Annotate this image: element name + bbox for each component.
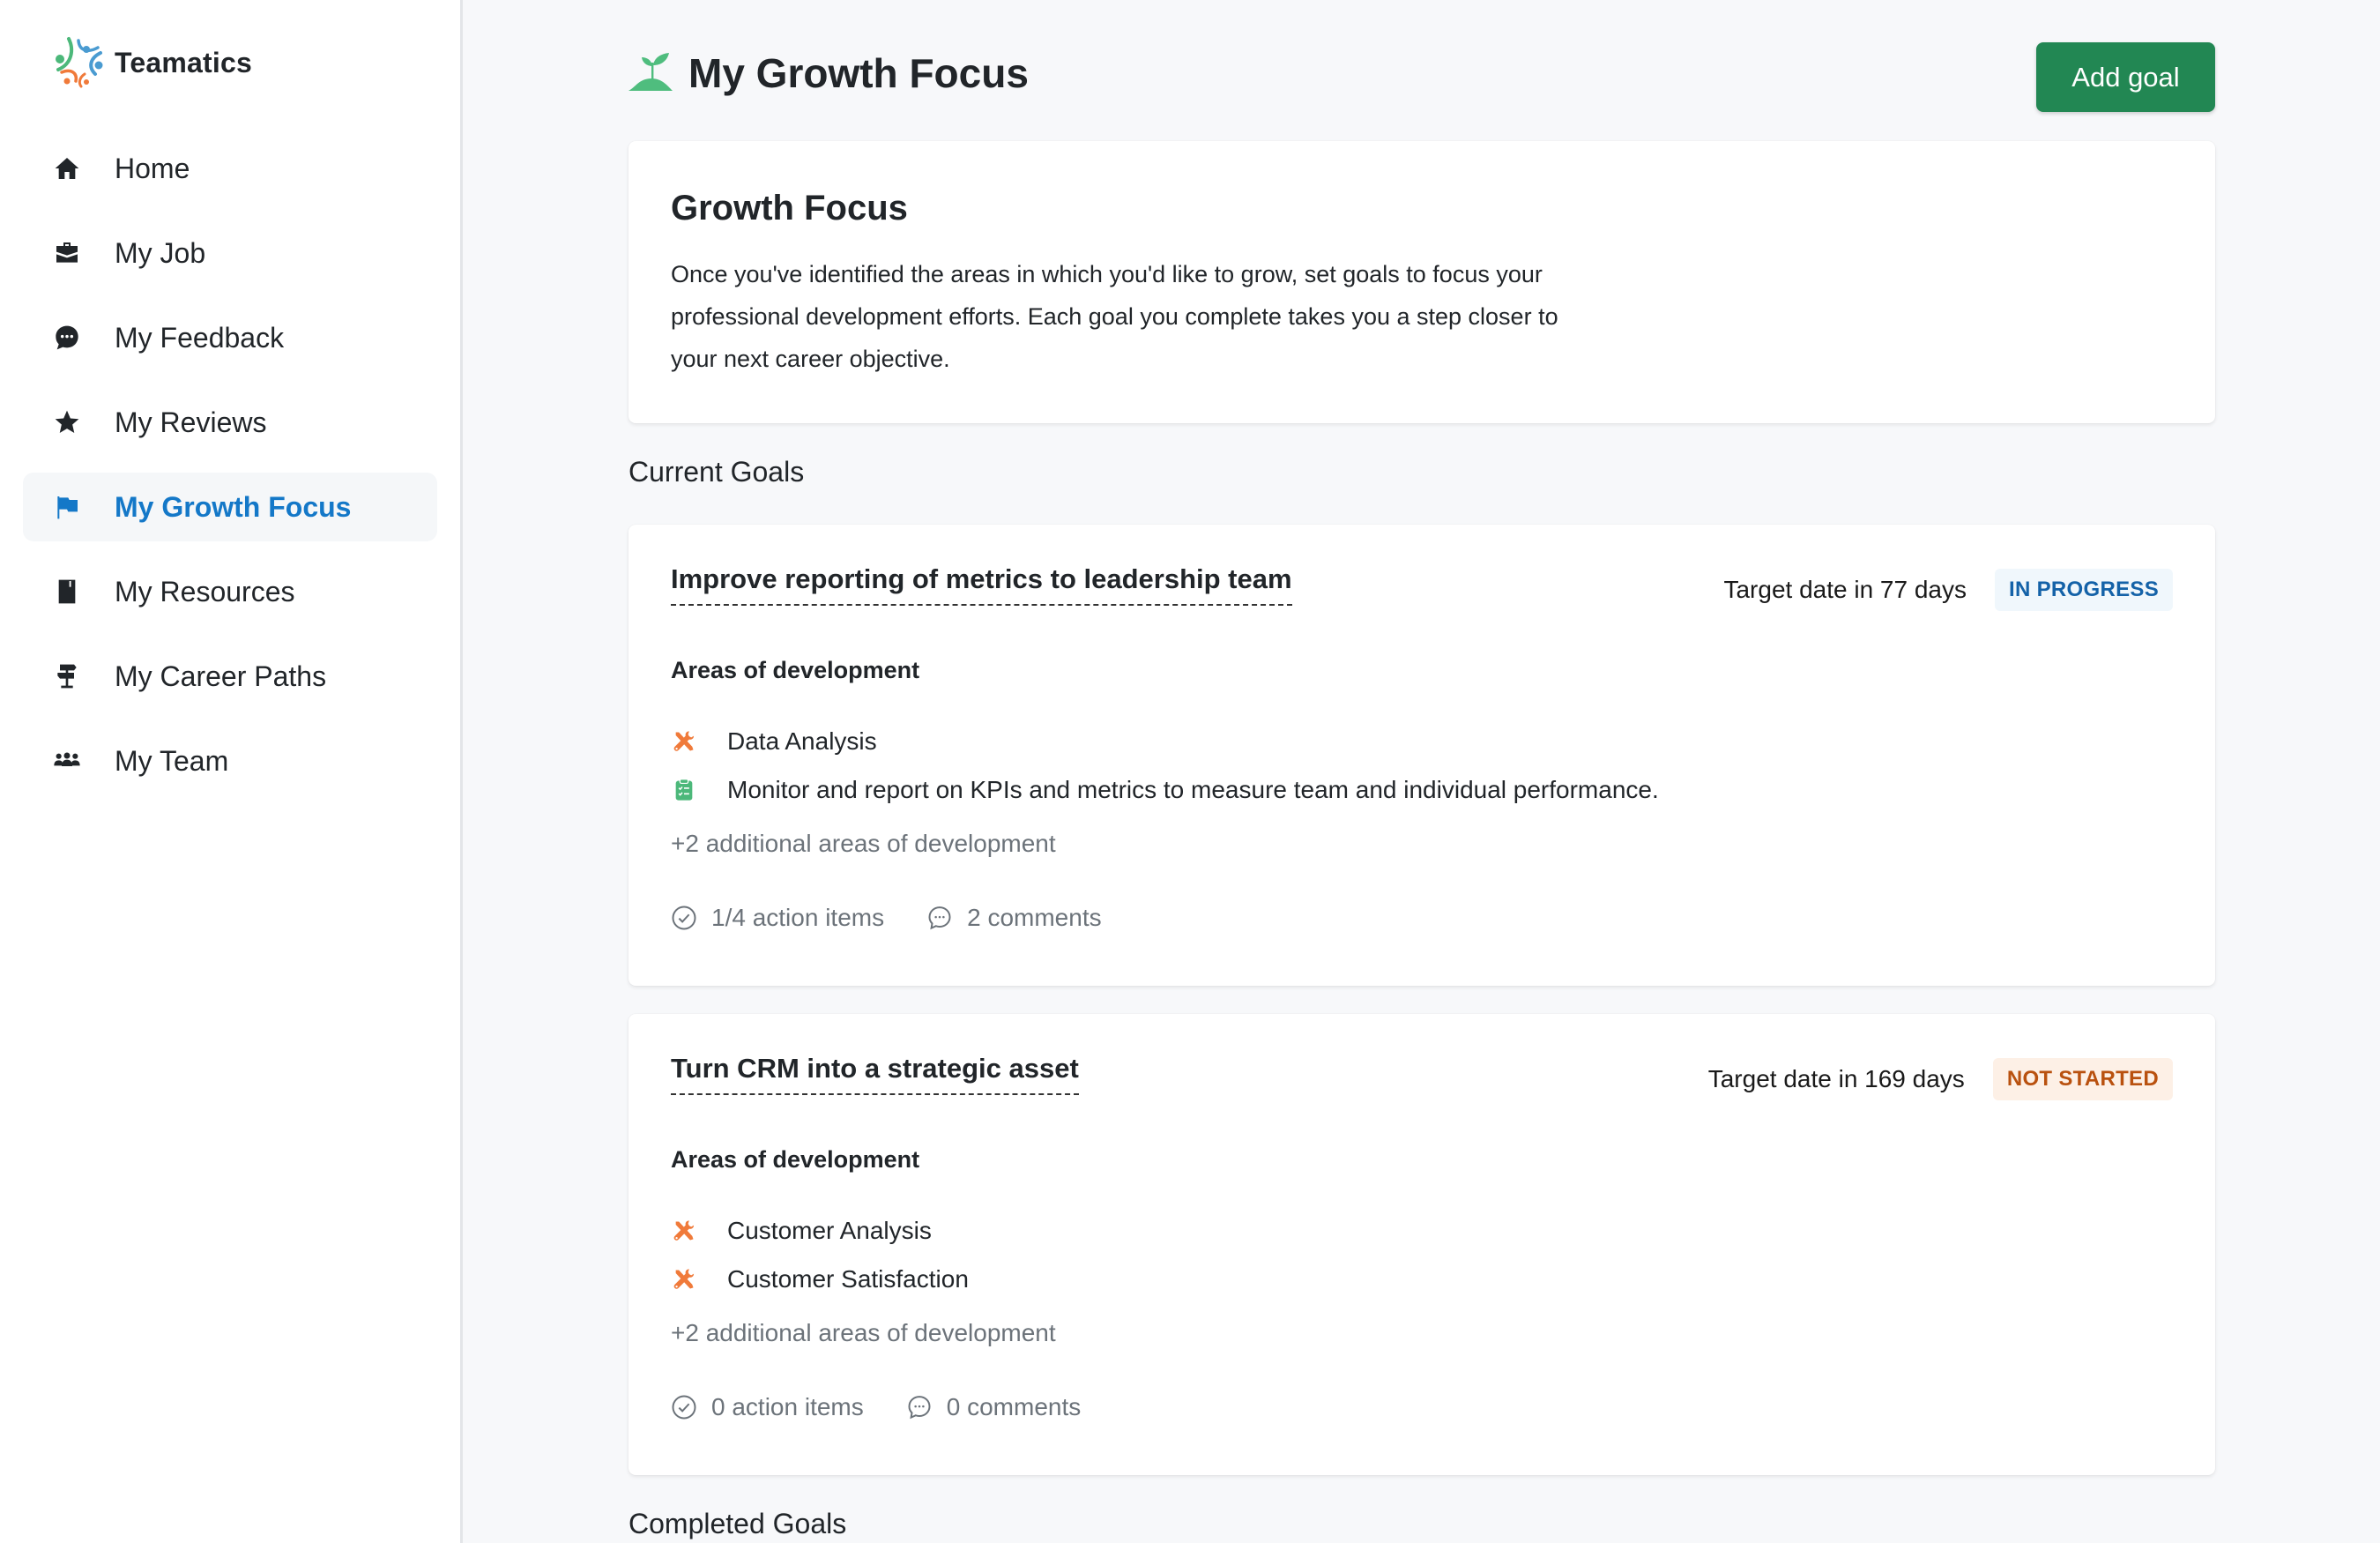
tools-icon: [671, 728, 697, 755]
intro-card: Growth Focus Once you've identified the …: [628, 141, 2215, 423]
sidebar: Teamatics Home My Job My Feedback My Rev…: [0, 0, 463, 1543]
list-item: Monitor and report on KPIs and metrics t…: [671, 765, 1659, 814]
sidebar-item-my-feedback[interactable]: My Feedback: [23, 303, 437, 372]
page-header: My Growth Focus Add goal: [628, 42, 2215, 113]
action-items-count: 0 action items: [711, 1393, 864, 1420]
goal-stats: 0 action items 0 comments: [671, 1393, 1123, 1421]
goal-card: Improve reporting of metrics to leadersh…: [628, 525, 2215, 986]
additional-areas-link[interactable]: +2 additional areas of development: [671, 830, 1056, 858]
team-icon: [49, 743, 85, 779]
seedling-icon: [628, 53, 673, 91]
flag-icon: [49, 489, 85, 525]
area-text: Customer Satisfaction: [727, 1264, 969, 1293]
area-text: Customer Analysis: [727, 1216, 932, 1244]
sidebar-item-label: Home: [115, 152, 190, 184]
sidebar-item-label: My Feedback: [115, 321, 285, 354]
area-list: Customer Analysis Customer Satisfaction: [671, 1206, 969, 1303]
goal-meta: Target date in 77 days IN PROGRESS: [1723, 569, 2173, 611]
sidebar-item-label: My Growth Focus: [115, 490, 352, 523]
tools-icon: [671, 1266, 697, 1293]
brand[interactable]: Teamatics: [49, 32, 252, 93]
status-badge: NOT STARTED: [1992, 1058, 2173, 1100]
completed-goals-heading: Completed Goals: [628, 1508, 847, 1539]
sidebar-item-my-resources[interactable]: My Resources: [23, 557, 437, 626]
teamatics-logo-icon: [56, 37, 103, 88]
signpost-icon: [49, 659, 85, 694]
home-icon: [49, 151, 85, 186]
sidebar-item-my-team[interactable]: My Team: [23, 727, 437, 795]
areas-label: Areas of development: [671, 1146, 920, 1173]
additional-areas-link[interactable]: +2 additional areas of development: [671, 1319, 1056, 1347]
page-title: My Growth Focus: [628, 49, 1029, 97]
sidebar-item-label: My Reviews: [115, 406, 267, 438]
list-item: Data Analysis: [671, 717, 1659, 765]
star-icon: [49, 405, 85, 440]
status-badge: IN PROGRESS: [1995, 569, 2173, 611]
area-text: Data Analysis: [727, 727, 877, 755]
current-goals-heading: Current Goals: [628, 456, 805, 488]
check-circle-icon: [672, 1395, 696, 1420]
goal-stats: 1/4 action items 2 comments: [671, 904, 1144, 932]
comments-link[interactable]: 0 comments: [906, 1393, 1082, 1421]
sidebar-item-home[interactable]: Home: [23, 134, 437, 203]
comment-icon: [928, 906, 951, 930]
comments-count: 2 comments: [967, 904, 1102, 931]
intro-body: Once you've identified the areas in whic…: [671, 261, 1558, 372]
sidebar-item-label: My Job: [115, 236, 206, 269]
sidebar-item-label: My Resources: [115, 575, 295, 608]
action-items-link[interactable]: 1/4 action items: [671, 904, 884, 932]
sidebar-item-label: My Career Paths: [115, 660, 327, 692]
area-text: Monitor and report on KPIs and metrics t…: [727, 775, 1659, 803]
page-title-text: My Growth Focus: [688, 50, 1029, 96]
comments-link[interactable]: 2 comments: [926, 904, 1102, 932]
intro-title: Growth Focus: [671, 189, 908, 227]
areas-label: Areas of development: [671, 657, 920, 683]
action-items-link[interactable]: 0 action items: [671, 1393, 864, 1421]
comment-icon: [908, 1396, 931, 1420]
add-goal-button[interactable]: Add goal: [2036, 42, 2215, 112]
book-icon: [49, 574, 85, 609]
sidebar-item-my-reviews[interactable]: My Reviews: [23, 388, 437, 457]
goal-card: Turn CRM into a strategic asset Target d…: [628, 1014, 2215, 1475]
check-circle-icon: [672, 906, 696, 930]
sidebar-nav: Home My Job My Feedback My Reviews My Gr…: [23, 134, 437, 811]
sidebar-item-my-job[interactable]: My Job: [23, 219, 437, 287]
clipboard-checklist-icon: [671, 777, 697, 803]
tools-icon: [671, 1218, 697, 1244]
briefcase-icon: [49, 235, 85, 271]
chat-bubble-icon: [49, 320, 85, 355]
goal-title-link[interactable]: Improve reporting of metrics to leadersh…: [671, 563, 1292, 606]
list-item: Customer Satisfaction: [671, 1255, 969, 1303]
sidebar-item-label: My Team: [115, 744, 229, 777]
sidebar-item-my-career-paths[interactable]: My Career Paths: [23, 642, 437, 711]
target-date: Target date in 77 days: [1723, 576, 1967, 603]
goal-meta: Target date in 169 days NOT STARTED: [1708, 1058, 2173, 1100]
list-item: Customer Analysis: [671, 1206, 969, 1255]
action-items-count: 1/4 action items: [711, 904, 885, 931]
target-date: Target date in 169 days: [1707, 1065, 1965, 1092]
app-name: Teamatics: [115, 46, 252, 78]
area-list: Data Analysis Monitor and report on KPIs…: [671, 717, 1659, 814]
sidebar-item-my-growth-focus[interactable]: My Growth Focus: [23, 473, 437, 541]
goal-title-link[interactable]: Turn CRM into a strategic asset: [671, 1053, 1079, 1095]
comments-count: 0 comments: [946, 1393, 1082, 1420]
